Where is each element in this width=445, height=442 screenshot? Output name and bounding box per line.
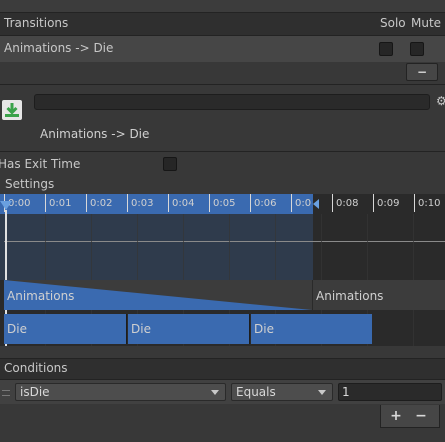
- to-state-label: Die: [7, 322, 27, 336]
- from-state-track[interactable]: Animations: [4, 280, 312, 310]
- solo-checkbox[interactable]: [379, 42, 393, 56]
- tick-label: 0:04: [168, 194, 194, 212]
- top-strip: [0, 0, 445, 12]
- transition-row-label: Animations -> Die: [4, 41, 114, 55]
- condition-row: isDie Equals 1: [0, 380, 445, 404]
- to-state-track-3[interactable]: Die: [251, 314, 372, 344]
- tick-label: 0:06: [250, 194, 276, 212]
- transitions-title: Transitions: [4, 16, 69, 30]
- remove-condition-button[interactable]: −: [412, 407, 430, 425]
- tick-label: 0:03: [127, 194, 153, 212]
- start-marker-handle[interactable]: [0, 201, 12, 210]
- add-condition-button[interactable]: +: [387, 407, 405, 425]
- to-state-label: Die: [131, 322, 151, 336]
- tick-label: 0:08: [332, 194, 358, 212]
- chevron-down-icon: [211, 390, 219, 395]
- settings-gear-icon[interactable]: ⚙: [436, 95, 445, 107]
- parameter-dropdown[interactable]: isDie: [15, 383, 226, 401]
- transition-row[interactable]: Animations -> Die: [0, 36, 445, 62]
- tick-label: 0:09: [373, 194, 399, 212]
- parameter-value: isDie: [20, 385, 50, 399]
- has-exit-time-label: Has Exit Time: [0, 157, 81, 171]
- header-divider: [0, 151, 445, 152]
- to-state-track-1[interactable]: Die: [4, 314, 127, 344]
- tick-label: 0:05: [209, 194, 235, 212]
- mute-column-label: Mute: [411, 16, 442, 30]
- threshold-input[interactable]: 1: [338, 383, 442, 401]
- settings-foldout[interactable]: Settings: [5, 177, 54, 191]
- to-state-label: Die: [254, 322, 274, 336]
- tick-label: 0:02: [86, 194, 112, 212]
- list-footer: [0, 62, 445, 85]
- remove-transition-button[interactable]: −: [406, 63, 438, 81]
- transition-timeline[interactable]: 0:00 0:01 0:02 0:03 0:04 0:05 0:06 0:07 …: [0, 194, 445, 346]
- conditions-title: Conditions: [4, 361, 68, 375]
- drag-handle-icon[interactable]: [2, 390, 10, 396]
- chevron-down-icon: [318, 390, 326, 395]
- inspector-title: Animations -> Die: [40, 127, 150, 141]
- mute-checkbox[interactable]: [410, 42, 424, 56]
- mode-value: Equals: [236, 385, 276, 399]
- transition-end-handle[interactable]: [313, 199, 319, 209]
- tick-label: 0:10: [414, 194, 440, 212]
- tick-label: 0:01: [45, 194, 71, 212]
- to-state-track-2[interactable]: Die: [128, 314, 250, 344]
- from-state-label: Animations: [7, 289, 75, 303]
- transition-name-field[interactable]: [34, 94, 430, 110]
- import-icon: [0, 98, 24, 122]
- transitions-header: Transitions Solo Mute: [0, 12, 445, 36]
- next-state-label: Animations: [316, 289, 384, 303]
- solo-column-label: Solo: [380, 16, 406, 30]
- conditions-header: Conditions: [0, 358, 445, 380]
- tick-label: 0:07: [291, 194, 311, 212]
- mode-dropdown[interactable]: Equals: [231, 383, 333, 401]
- next-state-track[interactable]: Animations: [313, 280, 445, 310]
- has-exit-time-checkbox[interactable]: [163, 157, 177, 171]
